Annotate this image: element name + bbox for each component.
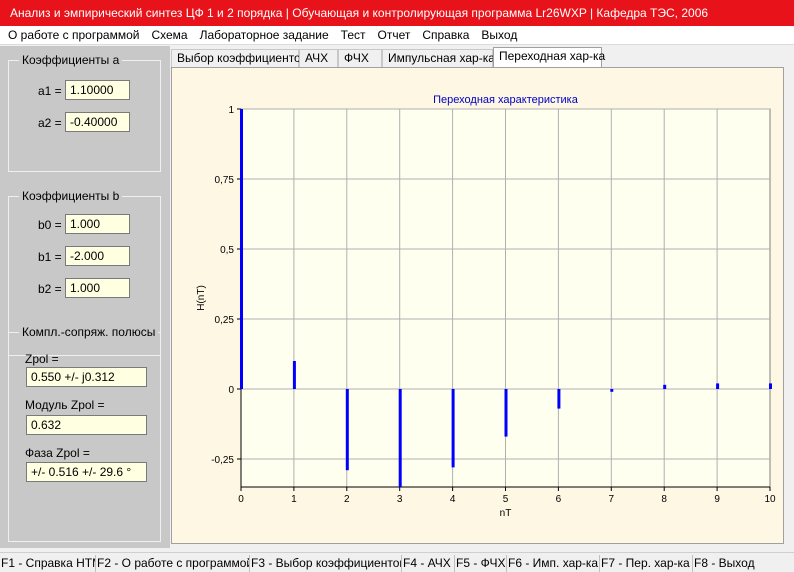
coeffs-a-title: Коэффициенты a — [19, 53, 123, 67]
x-axis-label: nT — [500, 508, 512, 519]
y-tick-label: 0,5 — [220, 245, 234, 256]
b0-label: b0 = — [38, 218, 62, 232]
step-response-chart: Переходная характеристика0 1 2 3 4 5 6 7 8 9 10-0,… — [172, 68, 783, 543]
bar-0 — [240, 109, 243, 389]
poles-group: Компл.-сопряж. полюсы Zpol = 0.550 +/- j… — [8, 325, 161, 542]
status-f5-phase[interactable]: F5 - ФЧХ — [455, 555, 507, 572]
x-tick-label: 0 — [238, 494, 244, 505]
bar-7 — [610, 389, 614, 392]
a2-label: a2 = — [38, 116, 62, 130]
bar-8 — [663, 384, 667, 389]
x-tick-label: 9 — [714, 494, 720, 505]
status-f3-coefficients[interactable]: F3 - Выбор коэффициентов — [250, 555, 402, 572]
b2-field[interactable]: 1.000 — [65, 278, 130, 298]
b1-label: b1 = — [38, 250, 62, 264]
status-f7-step[interactable]: F7 - Пер. хар-ка — [600, 555, 693, 572]
tab-step-response[interactable]: Переходная хар-ка — [493, 47, 605, 67]
title-bar: Анализ и эмпирический синтез ЦФ 1 и 2 по… — [0, 0, 794, 26]
menu-report[interactable]: Отчет — [371, 26, 416, 45]
menu-test[interactable]: Тест — [335, 26, 372, 45]
tab-amplitude[interactable]: АЧХ — [299, 49, 338, 67]
tab-phase[interactable]: ФЧХ — [338, 49, 382, 67]
x-tick-label: 5 — [503, 494, 509, 505]
phase-field[interactable]: +/- 0.516 +/- 29.6 ° — [26, 462, 147, 482]
bar-6 — [557, 389, 561, 409]
chart-title: Переходная характеристика — [433, 94, 579, 106]
a1-field[interactable]: 1.10000 — [65, 80, 130, 100]
coeffs-b-title: Коэффициенты b — [19, 189, 123, 203]
menu-bar: О работе с программой Схема Лабораторное з… — [0, 26, 794, 45]
modulus-field[interactable]: 0.632 — [26, 415, 147, 435]
x-tick-label: 2 — [344, 494, 350, 505]
tab-coefficients[interactable]: Выбор коэффициентов — [171, 49, 307, 67]
left-panel: Коэффициенты a a1 = 1.10000 a2 = -0.4000… — [0, 46, 170, 548]
bar-10 — [769, 383, 772, 389]
status-f6-impulse[interactable]: F6 - Имп. хар-ка — [507, 555, 600, 572]
status-f8-exit[interactable]: F8 - Выход — [693, 555, 794, 572]
y-tick-label: 0,75 — [215, 175, 235, 186]
x-tick-label: 10 — [764, 494, 776, 505]
b0-field[interactable]: 1.000 — [65, 214, 130, 234]
zpol-field[interactable]: 0.550 +/- j0.312 — [26, 367, 147, 387]
bar-5 — [504, 389, 508, 437]
poles-title: Компл.-сопряж. полюсы — [19, 325, 159, 339]
chart-panel: Переходная характеристика 0 1 2 3 4 5 6 7 8 9 10 -0,… — [171, 67, 784, 544]
y-tick-label: 0 — [228, 385, 234, 396]
status-f4-amplitude[interactable]: F4 - АЧХ — [402, 555, 455, 572]
bar-2 — [345, 389, 349, 471]
b1-field[interactable]: -2.000 — [65, 246, 130, 266]
x-tick-label: 7 — [609, 494, 615, 505]
bar-4 — [451, 389, 455, 468]
x-tick-label: 8 — [661, 494, 667, 505]
a2-field[interactable]: -0.40000 — [65, 112, 130, 132]
menu-exit[interactable]: Выход — [475, 26, 523, 45]
menu-lab-task[interactable]: Лабораторное задание — [194, 26, 335, 45]
app-window: Анализ и эмпирический синтез ЦФ 1 и 2 по… — [0, 0, 794, 572]
menu-about[interactable]: О работе с программой — [0, 26, 145, 45]
phase-label: Фаза Zpol = — [25, 446, 90, 460]
b2-label: b2 = — [38, 282, 62, 296]
a1-label: a1 = — [38, 84, 62, 98]
menu-help[interactable]: Справка — [416, 26, 475, 45]
x-tick-label: 3 — [397, 494, 403, 505]
y-tick-label: 0,25 — [215, 315, 235, 326]
bar-3 — [398, 389, 402, 487]
y-axis-label: H(nT) — [196, 285, 207, 311]
bar-1 — [292, 361, 296, 389]
status-f1-help[interactable]: F1 - Справка HTML — [0, 555, 96, 572]
coeffs-a-group: Коэффициенты a a1 = 1.10000 a2 = -0.4000… — [8, 53, 161, 172]
status-bar: F1 - Справка HTML F2 - О работе с програ… — [0, 552, 794, 572]
x-tick-label: 6 — [556, 494, 562, 505]
y-tick-label: -0,25 — [211, 455, 234, 466]
y-tick-label: 1 — [228, 105, 234, 116]
tab-impulse[interactable]: Импульсная хар-ка — [382, 49, 495, 67]
bar-9 — [716, 383, 720, 389]
tab-strip: Выбор коэффициентов АЧХ ФЧХ Импульсная х… — [170, 47, 794, 67]
zpol-label: Zpol = — [25, 352, 59, 366]
x-tick-label: 1 — [291, 494, 297, 505]
menu-scheme[interactable]: Схема — [145, 26, 193, 45]
modulus-label: Модуль Zpol = — [25, 398, 105, 412]
status-f2-about[interactable]: F2 - О работе с программой — [96, 555, 250, 572]
x-tick-label: 4 — [450, 494, 456, 505]
